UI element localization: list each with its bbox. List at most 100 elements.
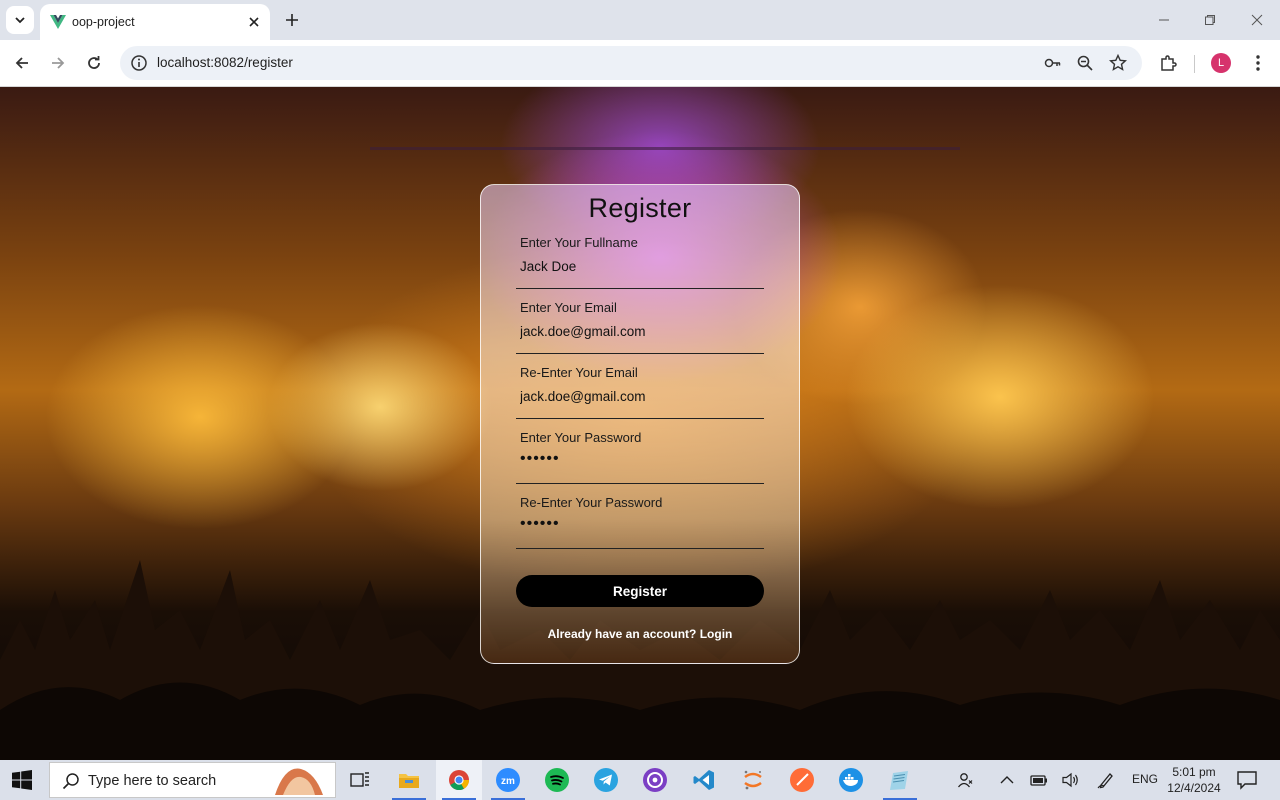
volume-tray-button[interactable] — [1061, 770, 1081, 790]
spotify-app[interactable] — [534, 760, 580, 800]
browser-menu-button[interactable] — [1244, 49, 1272, 77]
arrow-left-icon — [15, 57, 28, 69]
password-key-button[interactable] — [1043, 53, 1063, 73]
url-text[interactable]: localhost:8082/register — [157, 55, 293, 70]
email-label: Enter Your Email — [520, 300, 617, 315]
postman-app[interactable] — [779, 760, 825, 800]
notepad-icon — [890, 771, 908, 790]
zoom-button[interactable] — [1075, 53, 1095, 73]
file-explorer-app[interactable] — [386, 760, 432, 800]
reload-button[interactable] — [80, 49, 108, 77]
github-desktop-app[interactable] — [632, 760, 678, 800]
people-icon — [957, 773, 973, 788]
kebab-menu-icon — [1256, 55, 1260, 71]
avatar: L — [1211, 53, 1231, 73]
confirm-email-label: Re-Enter Your Email — [520, 365, 638, 380]
zoom-app[interactable]: zm — [485, 760, 531, 800]
clock[interactable]: 5:01 pm 12/4/2024 — [1164, 764, 1224, 796]
telegram-app[interactable] — [583, 760, 629, 800]
confirm-password-field[interactable]: Re-Enter Your Password — [516, 495, 764, 549]
clock-time: 5:01 pm — [1172, 765, 1216, 779]
password-field[interactable]: Enter Your Password — [516, 430, 764, 484]
close-icon — [1251, 14, 1263, 26]
key-icon — [1044, 58, 1061, 68]
notepad-app[interactable] — [877, 760, 923, 800]
fullname-field[interactable]: Enter Your Fullname — [516, 235, 764, 289]
reload-icon — [88, 56, 100, 69]
info-icon[interactable] — [130, 54, 148, 72]
extensions-button[interactable] — [1154, 49, 1182, 77]
people-tray-button[interactable] — [956, 770, 976, 790]
tab-title: oop-project — [72, 15, 135, 29]
puzzle-icon — [1161, 55, 1177, 71]
star-icon — [1109, 54, 1127, 71]
battery-tray-button[interactable] — [1029, 770, 1049, 790]
browser-toolbar: localhost:8082/register L — [0, 40, 1280, 87]
search-highlight-illustration — [275, 768, 323, 795]
search-icon — [62, 773, 79, 790]
tab-search-button[interactable] — [6, 6, 34, 34]
pen-icon — [1097, 773, 1113, 789]
confirm-password-input[interactable] — [520, 515, 760, 533]
spotify-icon — [545, 768, 569, 792]
login-prompt-text: Already have an account? — [547, 627, 697, 641]
confirm-email-field[interactable]: Re-Enter Your Email — [516, 365, 764, 419]
fullname-label: Enter Your Fullname — [520, 235, 638, 250]
tab-close-button[interactable] — [244, 12, 264, 32]
jupyter-icon — [744, 770, 762, 790]
confirm-email-input[interactable] — [520, 389, 760, 404]
restore-button[interactable] — [1190, 6, 1230, 34]
toolbar-divider — [1194, 55, 1195, 73]
chevron-up-icon — [1000, 776, 1014, 784]
email-input[interactable] — [520, 324, 760, 339]
battery-icon — [1030, 775, 1047, 786]
input-language[interactable]: ENG — [1132, 772, 1158, 786]
minimize-button[interactable] — [1144, 6, 1184, 34]
jupyter-app[interactable] — [730, 760, 776, 800]
zoom-app-icon: zm — [496, 768, 520, 792]
arrow-right-icon — [52, 57, 65, 69]
bookmark-button[interactable] — [1108, 53, 1128, 73]
password-input[interactable] — [520, 450, 760, 468]
confirm-password-label: Re-Enter Your Password — [520, 495, 663, 510]
postman-icon — [790, 768, 814, 792]
vscode-icon — [693, 770, 714, 790]
fullname-input[interactable] — [520, 259, 760, 274]
address-bar[interactable]: localhost:8082/register — [120, 46, 1142, 80]
page-background: Register Enter Your Fullname Enter Your … — [0, 87, 1280, 760]
forward-button[interactable] — [44, 49, 72, 77]
login-link[interactable]: Login — [700, 627, 733, 641]
browser-tab-bar: oop-project — [0, 0, 1280, 40]
taskbar-search[interactable]: Type here to search — [49, 762, 336, 798]
profile-button[interactable]: L — [1207, 49, 1235, 77]
search-placeholder: Type here to search — [88, 773, 217, 789]
chrome-icon — [449, 770, 470, 791]
volume-icon — [1062, 772, 1078, 788]
plus-icon — [286, 14, 298, 26]
pen-workspace-button[interactable] — [1096, 770, 1116, 790]
docker-app[interactable] — [828, 760, 874, 800]
folder-icon — [399, 774, 419, 788]
svg-text:zm: zm — [501, 776, 515, 787]
register-button[interactable]: Register — [516, 575, 764, 607]
browser-tab[interactable]: oop-project — [40, 4, 270, 40]
stage-truss — [370, 107, 960, 150]
email-field[interactable]: Enter Your Email — [516, 300, 764, 354]
restore-icon — [1205, 15, 1215, 25]
windows-taskbar: Type here to search zm ENG 5:01 pm 12/4/… — [0, 760, 1280, 800]
chrome-app[interactable] — [436, 760, 482, 800]
task-view-button[interactable] — [337, 760, 383, 800]
vscode-app[interactable] — [681, 760, 727, 800]
notification-icon[interactable] — [1236, 770, 1258, 790]
show-hidden-icons-button[interactable] — [997, 770, 1017, 790]
register-card: Register Enter Your Fullname Enter Your … — [480, 184, 800, 664]
task-view-icon — [350, 772, 369, 787]
minimize-icon — [1159, 19, 1169, 21]
docker-icon — [839, 768, 863, 792]
windows-start-icon[interactable] — [12, 770, 32, 790]
new-tab-button[interactable] — [280, 8, 304, 32]
zoom-icon — [1077, 55, 1093, 71]
telegram-icon — [594, 768, 618, 792]
close-window-button[interactable] — [1237, 6, 1277, 34]
back-button[interactable] — [8, 49, 36, 77]
